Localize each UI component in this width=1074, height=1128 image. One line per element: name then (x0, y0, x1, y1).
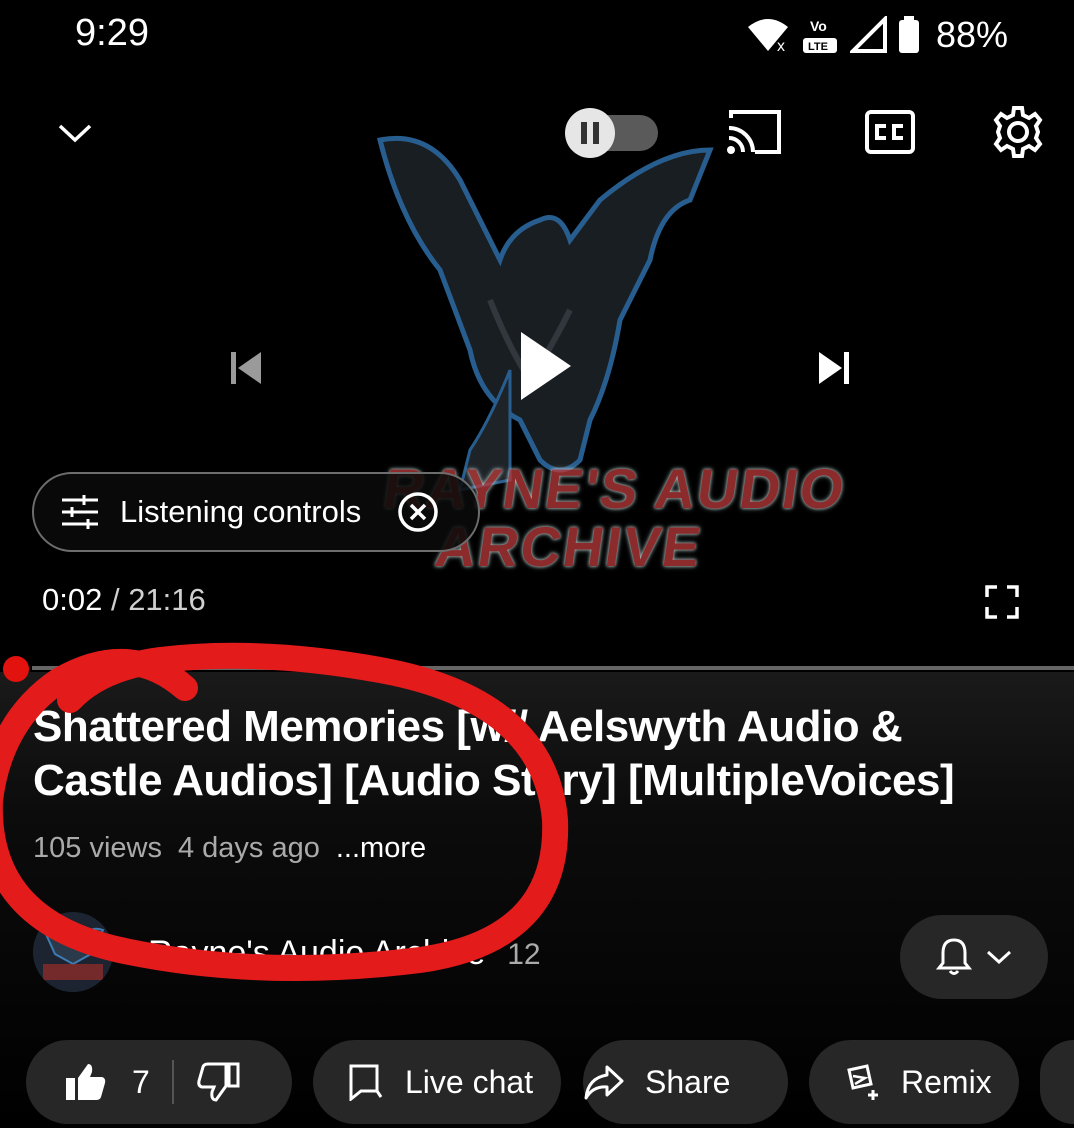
gear-icon (993, 106, 1043, 158)
previous-button[interactable] (226, 346, 266, 390)
status-bar: 9:29 x Vo LTE 88% (0, 0, 1074, 70)
more-link[interactable]: ...more (336, 832, 426, 865)
wifi-icon: x (747, 19, 788, 55)
cc-icon (865, 110, 915, 154)
like-dislike-group: 7 (26, 1040, 292, 1124)
svg-text:Vo: Vo (810, 18, 827, 34)
view-count: 105 views (33, 832, 162, 864)
share-icon (584, 1065, 624, 1100)
listening-controls-chip[interactable]: Listening controls (32, 472, 480, 552)
cast-icon (727, 110, 781, 154)
live-chat-label: Live chat (405, 1063, 534, 1100)
artwork-line-2: ARCHIVE (431, 515, 707, 578)
listening-controls-label: Listening controls (120, 494, 362, 529)
status-time: 9:29 (75, 12, 149, 54)
duration: 21:16 (128, 582, 206, 617)
fullscreen-button[interactable] (980, 580, 1024, 624)
notification-bell-button[interactable] (900, 915, 1048, 999)
signal-icon (849, 16, 887, 53)
video-meta[interactable]: 105 views 4 days ago ...more (33, 832, 426, 865)
more-actions-chip[interactable] (1040, 1040, 1074, 1124)
chevron-down-icon (986, 950, 1012, 965)
share-button[interactable]: Share (583, 1040, 788, 1124)
fullscreen-icon (985, 585, 1019, 619)
battery-icon (898, 16, 919, 53)
like-button[interactable]: 7 (64, 1062, 150, 1102)
current-time: 0:02 (42, 582, 103, 617)
channel-name[interactable]: Rayne's Audio Archive (148, 934, 485, 973)
video-title[interactable]: Shattered Memories [w// Aelswyth Audio &… (33, 700, 1033, 808)
channel-info[interactable]: Rayne's Audio Archive 12 (148, 934, 541, 973)
status-icons: x Vo LTE 88% (746, 14, 1008, 56)
progress-track[interactable] (32, 666, 1074, 670)
chevron-down-icon (58, 124, 92, 143)
like-divider (171, 1060, 174, 1104)
next-button[interactable] (814, 346, 854, 390)
autoplay-toggle[interactable] (562, 108, 662, 158)
channel-logo-icon (33, 912, 113, 992)
remix-label: Remix (901, 1063, 992, 1100)
thumbs-down-icon (197, 1062, 240, 1102)
skip-previous-icon (231, 352, 261, 384)
play-button[interactable] (510, 326, 580, 406)
time-display: 0:02 / 21:16 (42, 582, 206, 618)
upload-age: 4 days ago (177, 832, 320, 864)
action-row: 7 Live chat Share Remix (0, 1040, 1074, 1124)
video-player[interactable]: RAYNE'S AUDIO ARCHIVE Listening controls… (0, 70, 1074, 670)
channel-avatar[interactable] (33, 912, 113, 992)
dismiss-listening-controls-button[interactable] (397, 491, 439, 533)
svg-text:x: x (777, 38, 785, 55)
play-icon (521, 332, 571, 400)
share-label: Share (645, 1063, 731, 1100)
bell-icon (936, 938, 972, 975)
tune-icon (62, 495, 98, 529)
minimize-button[interactable] (50, 108, 100, 158)
chat-icon (349, 1064, 383, 1101)
captions-button[interactable] (862, 106, 918, 158)
svg-text:LTE: LTE (808, 41, 828, 53)
settings-button[interactable] (988, 102, 1048, 162)
skip-next-icon (819, 352, 849, 384)
progress-scrubber[interactable] (3, 656, 29, 682)
close-circle-icon (398, 492, 438, 532)
like-count: 7 (132, 1063, 150, 1100)
thumbs-up-icon (66, 1064, 106, 1100)
autoplay-pause-icon (565, 108, 658, 158)
remix-button[interactable]: Remix (809, 1040, 1019, 1124)
time-separator: / (102, 582, 129, 617)
live-chat-button[interactable]: Live chat (313, 1040, 561, 1124)
remix-icon (847, 1064, 878, 1100)
subscriber-count: 12 (507, 938, 541, 971)
cast-button[interactable] (724, 106, 784, 158)
battery-percent: 88% (935, 14, 1008, 55)
dislike-button[interactable] (196, 1062, 240, 1102)
volte-icon: Vo LTE (802, 18, 837, 53)
